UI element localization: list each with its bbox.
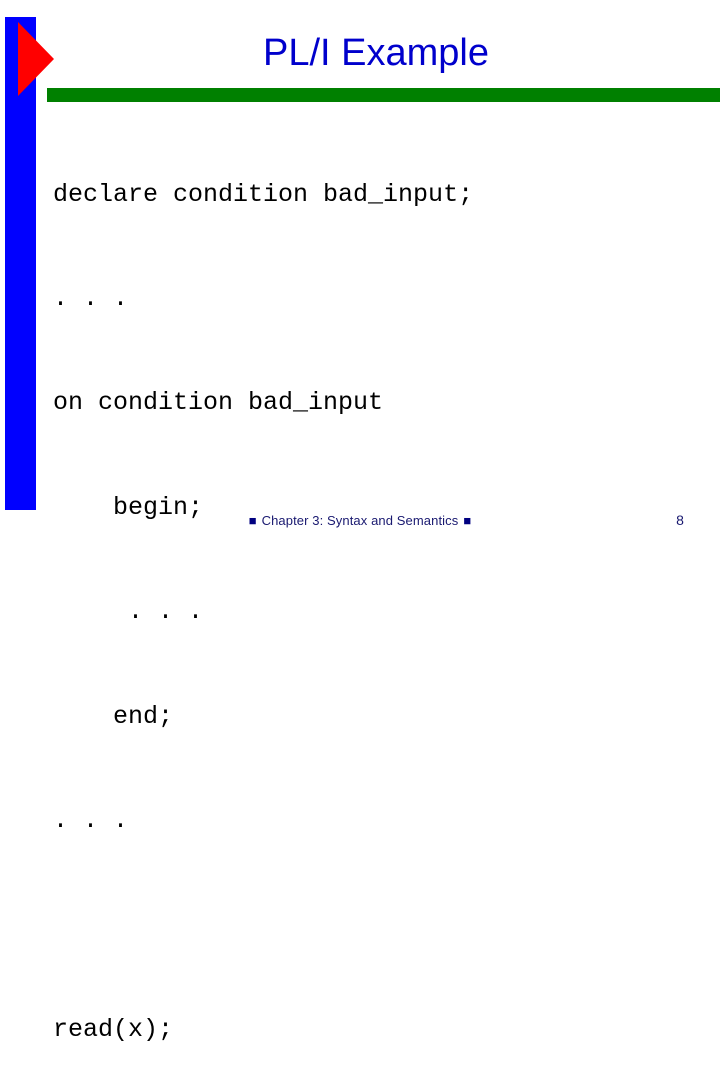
code-line: end;	[53, 701, 174, 731]
code-line: . . .	[53, 283, 129, 313]
page-title: PL/I Example	[263, 32, 489, 74]
code-line: . . .	[53, 805, 129, 835]
footer-label: Chapter 3: Syntax and Semantics	[261, 512, 459, 528]
slide-footer: ■ Chapter 3: Syntax and Semantics ■	[0, 511, 720, 530]
code-block: declare condition bad_input; . . . on co…	[53, 108, 703, 1080]
page-number: 8	[676, 512, 684, 528]
code-line: . . .	[53, 597, 204, 627]
code-line: on condition bad_input	[53, 388, 384, 418]
square-bullet-icon-right: ■	[463, 512, 472, 528]
title-divider-rule	[47, 88, 720, 102]
slide-canvas: PL/I Example declare condition bad_input…	[0, 0, 720, 1044]
code-line: declare condition bad_input;	[53, 179, 474, 209]
red-triangle-icon	[18, 22, 54, 96]
square-bullet-icon-left: ■	[248, 512, 257, 528]
code-line: read(x);	[53, 1014, 174, 1044]
